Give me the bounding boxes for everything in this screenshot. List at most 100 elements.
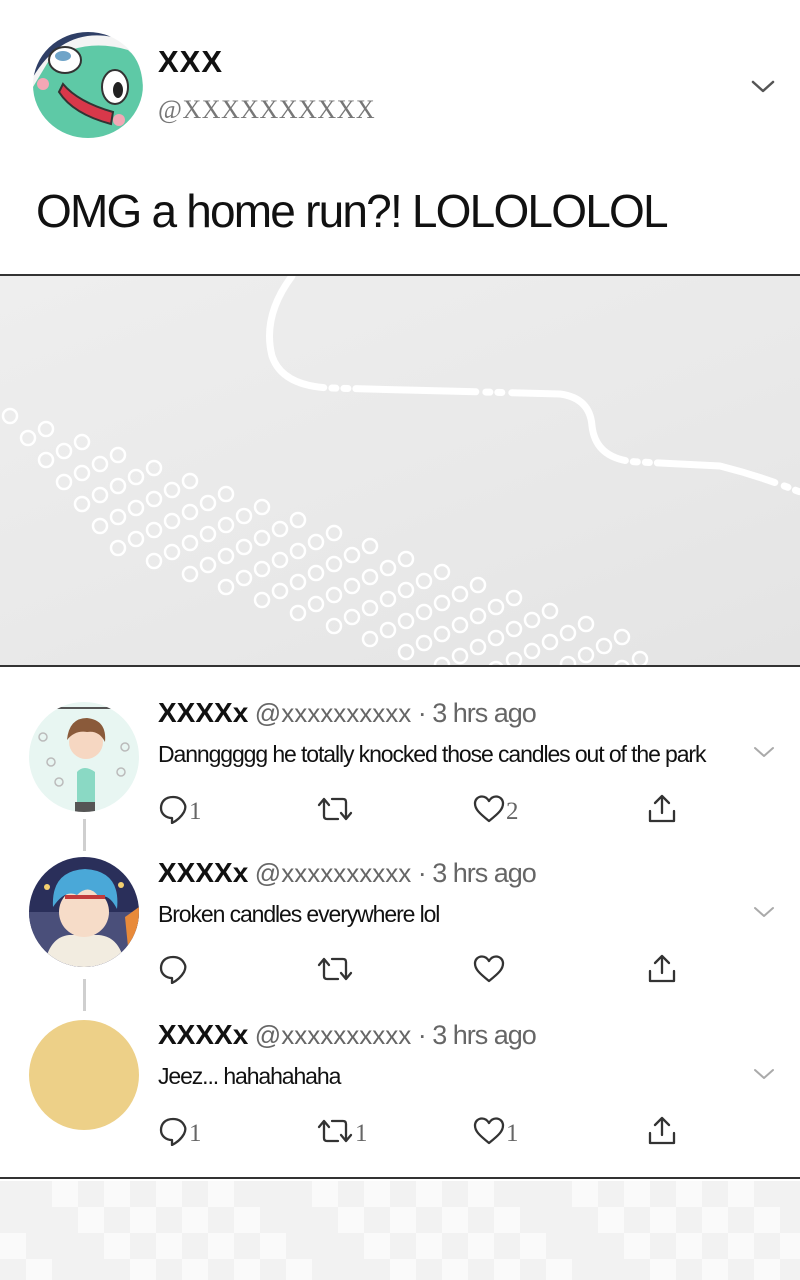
like-action[interactable]: 2 (473, 792, 519, 826)
pattern-dot (109, 477, 127, 495)
pattern-dot (19, 429, 37, 447)
pattern-dot (109, 508, 127, 526)
pattern-dot (343, 608, 361, 626)
reply-action[interactable]: 1 (158, 1114, 202, 1148)
retweet-action[interactable]: 1 (316, 1114, 368, 1148)
pattern-dot (541, 602, 559, 620)
pattern-dot (91, 455, 109, 473)
pattern-dot (91, 517, 109, 535)
fish-creature-avatar[interactable] (33, 32, 143, 138)
reply-timestamp[interactable]: 3 hrs ago (432, 1020, 537, 1050)
boy-character-avatar[interactable] (29, 702, 139, 812)
main-tweet-handle[interactable]: @XXXXXXXXXX (158, 95, 375, 125)
pattern-dot (145, 459, 163, 477)
yellow-circle-avatar[interactable] (29, 1020, 139, 1130)
replies-list: XXXXx @xxxxxxxxxx · 3 hrs ago Dannggggg … (0, 667, 800, 1179)
pattern-dot (397, 612, 415, 630)
share-icon (648, 794, 676, 823)
share-action[interactable] (646, 792, 678, 826)
main-tweet: XXX @XXXXXXXXXX OMG a home run?! LOLOLOL… (0, 0, 800, 274)
pattern-dot (199, 525, 217, 543)
blue-hair-character-avatar[interactable] (29, 857, 139, 967)
separator-dot: · (417, 698, 427, 728)
pattern-dot (577, 615, 595, 633)
reply-handle[interactable]: @xxxxxxxxxx (255, 858, 411, 888)
pattern-dot (289, 511, 307, 529)
checker-square (0, 1233, 26, 1259)
pattern-dot (145, 490, 163, 508)
reply-text: Jeez... hahahahaha (158, 1063, 341, 1089)
reply-header: XXXXx @xxxxxxxxxx · 3 hrs ago (158, 857, 537, 889)
pattern-dot (127, 499, 145, 517)
chevron-down-icon[interactable] (752, 903, 776, 921)
pattern-dot (397, 643, 415, 661)
pattern-dot (325, 617, 343, 635)
reply-timestamp[interactable]: 3 hrs ago (432, 698, 537, 728)
checker-square (702, 1207, 728, 1233)
checker-square (78, 1207, 104, 1233)
reply-handle[interactable]: @xxxxxxxxxx (255, 698, 411, 728)
pattern-dot (433, 594, 451, 612)
reply-name[interactable]: XXXXx (158, 697, 248, 728)
pattern-dot (361, 537, 379, 555)
pattern-dot (109, 446, 127, 464)
reply-timestamp[interactable]: 3 hrs ago (432, 858, 537, 888)
pattern-dot (325, 586, 343, 604)
reply-header: XXXXx @xxxxxxxxxx · 3 hrs ago (158, 1019, 537, 1051)
pattern-dot (469, 576, 487, 594)
reply-actions (158, 952, 698, 986)
chevron-down-icon[interactable] (752, 1065, 776, 1083)
checker-square (390, 1207, 416, 1233)
pattern-dot (415, 572, 433, 590)
pattern-dot (361, 599, 379, 617)
pattern-dot (235, 538, 253, 556)
checker-square (598, 1207, 624, 1233)
checker-square (494, 1207, 520, 1233)
share-action[interactable] (646, 1114, 678, 1148)
like-action[interactable]: 1 (473, 1114, 519, 1148)
pattern-dot (289, 542, 307, 560)
pattern-dot (73, 464, 91, 482)
separator-dot: · (417, 858, 427, 888)
share-icon (648, 954, 676, 983)
reply-name[interactable]: XXXXx (158, 1019, 248, 1050)
reply-text: Dannggggg he totally knocked those candl… (158, 741, 707, 767)
checker-square (364, 1181, 390, 1207)
checker-square (286, 1259, 312, 1280)
checker-square (364, 1233, 390, 1259)
checker-square (208, 1233, 234, 1259)
pattern-dot (559, 624, 577, 642)
reply-item: XXXXx @xxxxxxxxxx · 3 hrs ago Broken can… (0, 827, 800, 987)
reply-handle[interactable]: @xxxxxxxxxx (255, 1020, 411, 1050)
like-count: 1 (506, 1120, 519, 1147)
pattern-dot (163, 512, 181, 530)
share-action[interactable] (646, 952, 678, 986)
reply-action[interactable]: 1 (158, 792, 202, 826)
reply-text: Broken candles everywhere lol (158, 901, 440, 927)
main-tweet-name[interactable]: XXX (158, 44, 223, 80)
pattern-dot (37, 451, 55, 469)
pattern-dot (145, 552, 163, 570)
pattern-dot (1, 407, 19, 425)
retweet-count: 1 (355, 1120, 368, 1147)
retweet-action[interactable] (316, 952, 355, 986)
chevron-down-icon[interactable] (748, 74, 778, 98)
reply-action[interactable] (158, 952, 189, 986)
tweet-media-image[interactable] (0, 274, 800, 667)
checker-square (26, 1259, 52, 1280)
reply-name[interactable]: XXXXx (158, 857, 248, 888)
pattern-dot (181, 565, 199, 583)
reply-count: 1 (189, 1120, 202, 1147)
pattern-dot (451, 616, 469, 634)
checker-square (754, 1259, 780, 1280)
pattern-dot (559, 655, 577, 665)
pattern-dot (505, 620, 523, 638)
pattern-dot (433, 656, 451, 665)
like-action[interactable] (473, 952, 506, 986)
pattern-dot (127, 530, 145, 548)
chevron-down-icon[interactable] (752, 743, 776, 761)
retweet-action[interactable] (316, 792, 355, 826)
comment-icon (159, 795, 187, 824)
pattern-dot (289, 573, 307, 591)
pattern-dot (235, 569, 253, 587)
